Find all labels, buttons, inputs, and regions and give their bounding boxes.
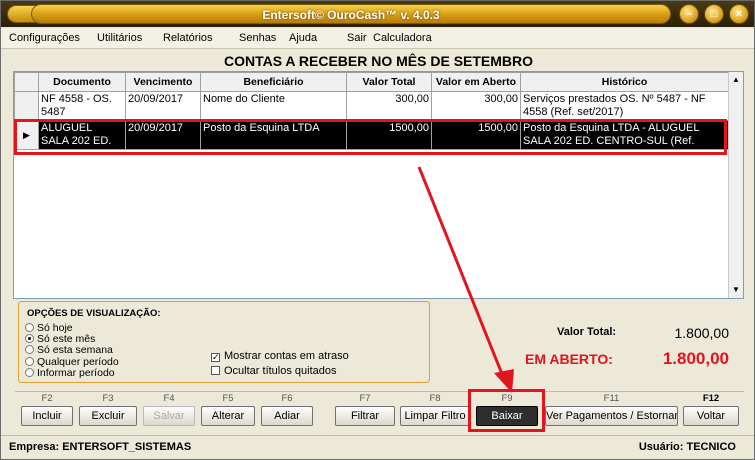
status-company: Empresa: ENTERSOFT_SISTEMAS: [9, 441, 192, 453]
annotation-arrow-icon: [417, 166, 514, 393]
status-user: Usuário: TECNICO: [638, 441, 736, 453]
status-bar: Empresa: ENTERSOFT_SISTEMAS Usuário: TEC…: [1, 435, 754, 459]
main-window: Entersoft© OuroCash™ v. 4.0.3 – □ × Conf…: [0, 0, 755, 460]
